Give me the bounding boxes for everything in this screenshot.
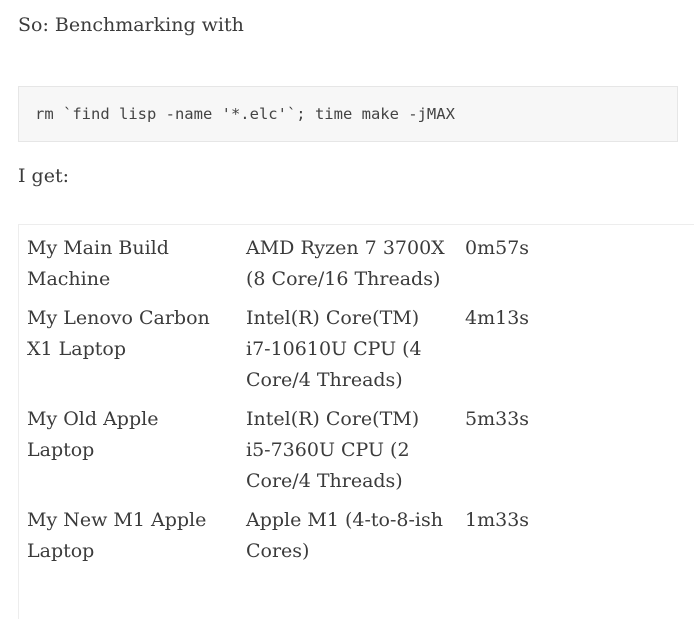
table-row: My Old Apple Laptop Intel(R) Core(TM) i5…: [19, 396, 573, 497]
benchmark-table: My Main Build Machine AMD Ryzen 7 3700X …: [19, 225, 573, 567]
benchmark-table-container: My Main Build Machine AMD Ryzen 7 3700X …: [18, 224, 694, 619]
shell-command: rm `find lisp -name '*.elc'`; time make …: [35, 105, 455, 123]
cpu-cell: Intel(R) Core(TM) i5-7360U CPU (2 Core/4…: [246, 408, 420, 492]
machine-cell: My New M1 Apple Laptop: [27, 509, 207, 562]
cpu-cell: Apple M1 (4-to-8-ish Cores): [246, 509, 443, 562]
cpu-cell: Intel(R) Core(TM) i7-10610U CPU (4 Core/…: [246, 307, 422, 391]
table-row: My New M1 Apple Laptop Apple M1 (4-to-8-…: [19, 497, 573, 567]
result-label: I get:: [18, 165, 69, 187]
code-block: rm `find lisp -name '*.elc'`; time make …: [18, 86, 678, 142]
build-time-cell: 1m33s: [465, 509, 530, 531]
machine-cell: My Lenovo Carbon X1 Laptop: [27, 307, 210, 360]
table-row: My Main Build Machine AMD Ryzen 7 3700X …: [19, 225, 573, 295]
machine-cell: My Old Apple Laptop: [27, 408, 159, 461]
table-row: My Lenovo Carbon X1 Laptop Intel(R) Core…: [19, 295, 573, 396]
build-time-cell: 5m33s: [465, 408, 530, 430]
intro-paragraph: So: Benchmarking with: [18, 14, 244, 36]
machine-cell: My Main Build Machine: [27, 237, 169, 290]
build-time-cell: 4m13s: [465, 307, 530, 329]
build-time-cell: 0m57s: [465, 237, 530, 259]
cpu-cell: AMD Ryzen 7 3700X (8 Core/16 Threads): [246, 237, 445, 290]
